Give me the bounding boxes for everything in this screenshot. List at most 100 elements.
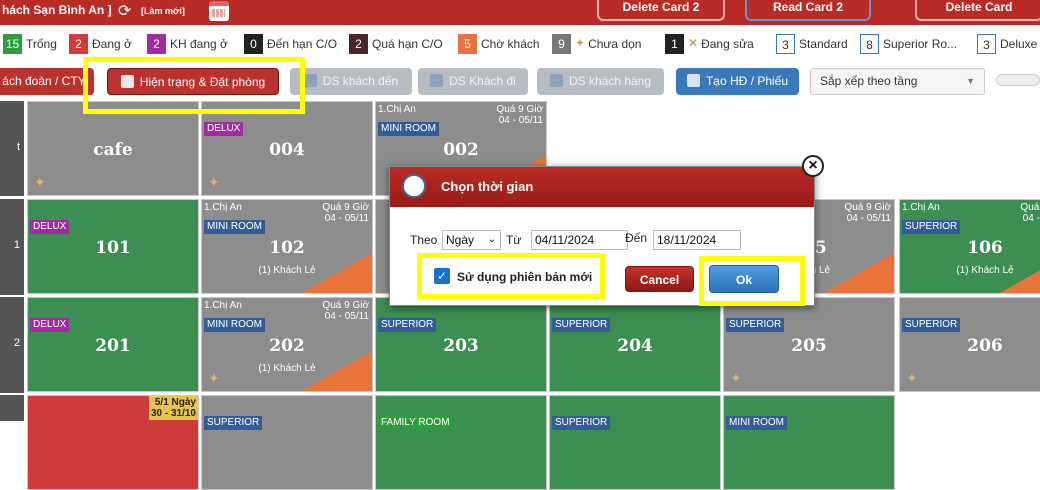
room-type-badge: SUPERIOR [204, 416, 263, 430]
legend-standard[interactable]: 3 Standard [776, 34, 848, 56]
room-card[interactable]: 5/1 Ngày 30 - 31/10 [27, 395, 199, 490]
group-guest-button[interactable]: ách đoàn / CTY [0, 68, 94, 95]
customer-list-button[interactable]: DS khách hàng [537, 68, 664, 95]
broom-icon: ✦ [730, 370, 742, 386]
room-number: 201 [95, 336, 131, 356]
legend-waiting-guest[interactable]: 5 Chờ khách [458, 34, 540, 56]
room-card[interactable]: 1.Chị An Quá 9 Giờ 04 - 05/11 MINI ROOM 1… [201, 199, 373, 294]
delete-card-button[interactable]: Delete Card [915, 0, 1040, 21]
legend-repairing[interactable]: 1 ✕ Đang sửa [665, 34, 754, 56]
legend-overdue-checkout[interactable]: 2 Quá hạn C/O [349, 34, 443, 56]
legend-superior[interactable]: 8 Superior Ro... [860, 34, 957, 56]
cancel-button[interactable]: Cancel [625, 266, 694, 292]
arrivals-list-button[interactable]: DS khách đến [290, 68, 412, 95]
refresh-icon[interactable]: ⟳ [118, 1, 131, 21]
room-card[interactable]: FAMILY ROOM [375, 395, 547, 490]
room-card[interactable]: SUPERIOR [549, 395, 721, 490]
floor-label: 2 [0, 297, 24, 393]
clock-icon [402, 174, 426, 198]
guest-name: 1.Chị An [902, 202, 940, 213]
broom-icon: ✦ [208, 174, 220, 190]
new-version-checkbox[interactable]: ✓ [434, 268, 450, 284]
room-number: 206 [967, 336, 1003, 356]
broom-icon: ✦ [34, 174, 46, 190]
status-corner [1000, 253, 1040, 293]
broom-icon: ✦ [575, 36, 586, 51]
user-icon [549, 74, 563, 87]
room-type-badge: FAMILY ROOM [378, 416, 453, 430]
read-card-2-button[interactable]: Read Card 2 [745, 0, 871, 21]
floor-label: 1 [0, 199, 24, 295]
dialog-title: Chọn thời gian [441, 179, 534, 194]
chevron-down-icon: ▼ [966, 76, 975, 86]
stay-info: Quá 9 Giờ04 - 05/11 [496, 104, 543, 126]
floor-label: t [0, 101, 24, 196]
room-number: 204 [617, 336, 653, 356]
room-type-badge: MINI ROOM [378, 122, 439, 136]
room-number: 203 [443, 336, 479, 356]
create-invoice-button[interactable]: Tạo HĐ / Phiếu [676, 68, 799, 95]
room-number: 205 [791, 336, 827, 356]
room-type-badge: SUPERIOR [552, 318, 611, 332]
stay-info: Quá 9 Giờ04 - 05/11 [844, 202, 891, 224]
theo-select[interactable]: Ngày ⌄ [442, 230, 501, 250]
room-card[interactable]: DELUX 101 [27, 199, 199, 294]
room-card[interactable]: SUPERIOR 203 [375, 297, 547, 392]
legend-guest-staying[interactable]: 2 KH đang ở [147, 34, 228, 56]
from-date-input[interactable]: 04/11/2024 [531, 230, 628, 250]
stay-info: Quá 9 Giờ04 - 05/11 [322, 202, 369, 224]
dialog-header: Chọn thời gian [390, 167, 814, 207]
room-number: 004 [269, 140, 305, 160]
room-type-badge: SUPERIOR [902, 220, 961, 234]
broom-icon: ✦ [208, 370, 220, 386]
room-card[interactable]: SUPERIOR [201, 395, 373, 490]
departures-list-button[interactable]: DS Khách đi [418, 68, 528, 95]
room-card[interactable]: DELUX 201 [27, 297, 199, 392]
new-version-label: Sử dụng phiên bản mới [457, 270, 593, 284]
legend-deluxe[interactable]: 3 Deluxe [977, 34, 1037, 56]
room-type-badge: DELUX [204, 122, 244, 136]
guest-name: 1.Chị An [204, 300, 242, 311]
room-type-badge: DELUX [30, 220, 70, 234]
room-card[interactable]: cafe ✦ [27, 101, 199, 196]
view-toggle[interactable] [996, 74, 1040, 86]
room-card[interactable]: 1.Chị An Quá 9 Giờ04 - 05/11 SUPERIOR 10… [899, 199, 1040, 294]
legend-empty[interactable]: 15 Trống [3, 34, 57, 56]
ok-button[interactable]: Ok [709, 265, 779, 293]
room-type-badge: MINI ROOM [204, 220, 265, 234]
room-card[interactable]: SUPERIOR 204 [549, 297, 721, 392]
to-date-input[interactable]: 18/11/2024 [653, 230, 741, 250]
room-type-badge: SUPERIOR [902, 318, 961, 332]
room-type-badge: MINI ROOM [204, 318, 265, 332]
to-label: Đến [625, 231, 648, 245]
legend-occupied[interactable]: 2 Đang ở [69, 34, 132, 56]
user-icon [303, 74, 317, 87]
room-type-badge: DELUX [30, 318, 70, 332]
room-card[interactable]: MINI ROOM [723, 395, 895, 490]
broom-icon: ✦ [906, 370, 918, 386]
room-card[interactable]: SUPERIOR 206 ✦ [899, 297, 1040, 392]
status-corner [302, 253, 372, 293]
room-card[interactable]: 1.Chị An Quá 9 Giờ 04 - 05/11 MINI ROOM 2… [201, 297, 373, 392]
legend-due-checkout[interactable]: 0 Đến hạn C/O [244, 34, 337, 56]
calendar-icon[interactable] [209, 1, 229, 21]
top-bar: hách Sạn Bình An ] ⟳ [Làm mới] Delete Ca… [0, 0, 1040, 25]
chevron-down-icon: ⌄ [487, 234, 496, 245]
theo-label: Theo [410, 233, 438, 247]
room-number: cafe [93, 140, 133, 160]
tools-icon: ✕ [688, 36, 699, 51]
room-card[interactable]: SUPERIOR 205 ✦ [723, 297, 895, 392]
stay-info: 5/1 Ngày 30 - 31/10 [148, 396, 198, 420]
close-icon[interactable]: × [802, 155, 824, 177]
sort-select[interactable]: Sắp xếp theo tầng ▼ [810, 68, 985, 95]
invoice-icon [686, 74, 700, 87]
delete-card-2-button[interactable]: Delete Card 2 [597, 0, 725, 21]
refresh-link[interactable]: [Làm mới] [141, 6, 185, 16]
guest-name: 1.Chị An [204, 202, 242, 213]
status-legend: 15 Trống 2 Đang ở 2 KH đang ở 0 Đến hạn C/O … [0, 34, 1040, 56]
room-type-badge: SUPERIOR [726, 318, 785, 332]
legend-not-cleaned[interactable]: 9 ✦ Chưa dọn [552, 34, 641, 56]
status-corner [302, 351, 372, 391]
room-card[interactable]: DELUX 004 ✦ [201, 101, 373, 196]
floor-label [0, 395, 24, 421]
